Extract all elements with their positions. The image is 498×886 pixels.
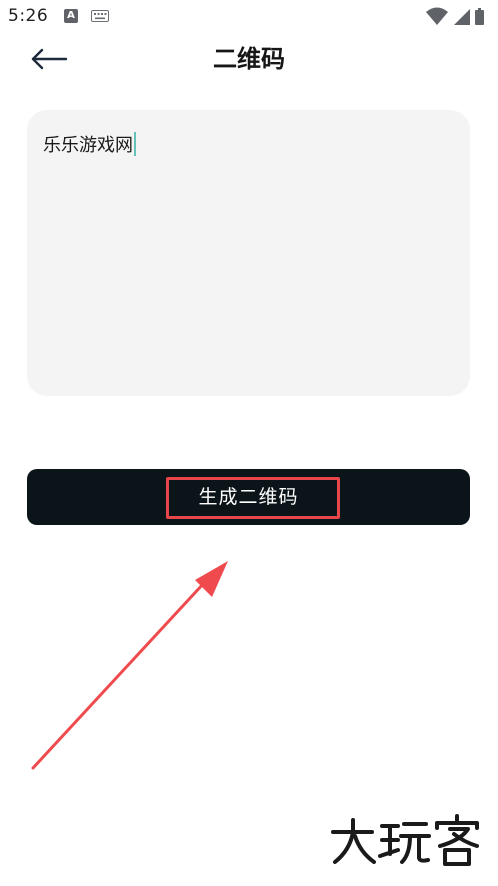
wifi-icon xyxy=(426,7,448,25)
status-bar: 5:26 A xyxy=(0,0,498,34)
signal-icon xyxy=(454,9,470,25)
page-title: 二维码 xyxy=(213,45,285,73)
watermark-logo xyxy=(331,814,479,866)
battery-icon xyxy=(475,8,484,25)
generate-qr-label: 生成二维码 xyxy=(198,486,299,508)
text-caret xyxy=(134,132,136,156)
keyboard-icon xyxy=(91,10,109,22)
qr-content-input[interactable]: 乐乐游戏网 xyxy=(27,110,470,396)
generate-qr-button[interactable]: 生成二维码 xyxy=(27,469,470,525)
status-time: 5:26 xyxy=(8,6,49,26)
accessibility-notification-icon: A xyxy=(64,9,78,23)
status-indicators xyxy=(426,7,484,25)
qr-content-value: 乐乐游戏网 xyxy=(43,135,133,156)
